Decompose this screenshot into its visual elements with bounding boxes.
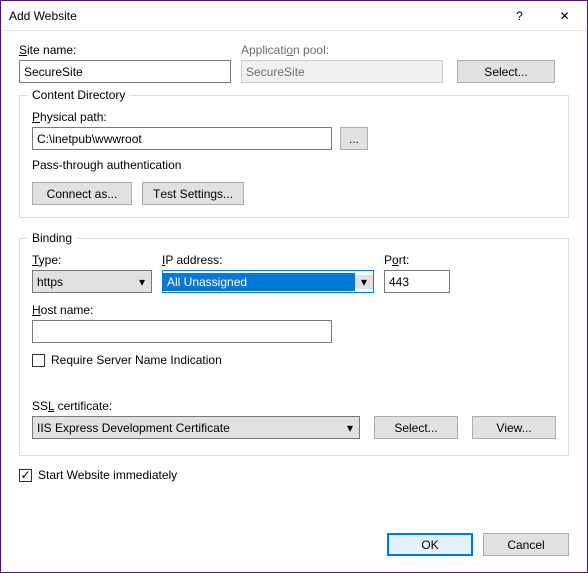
ssl-cert-value: IIS Express Development Certificate	[33, 419, 341, 437]
app-pool-input	[241, 60, 443, 83]
browse-path-button[interactable]: ...	[340, 127, 368, 150]
start-immediately-checkbox[interactable]: ✓ Start Website immediately	[19, 468, 569, 482]
physical-path-input[interactable]	[32, 127, 332, 150]
site-name-label: Site name:	[19, 43, 237, 57]
site-name-input[interactable]	[19, 60, 231, 83]
checkbox-icon	[32, 354, 45, 367]
dialog-footer: OK Cancel	[1, 521, 587, 572]
type-label: Type:	[32, 253, 152, 267]
host-name-input[interactable]	[32, 320, 332, 343]
require-sni-checkbox[interactable]: Require Server Name Indication	[32, 353, 556, 367]
host-name-label: Host name:	[32, 303, 556, 317]
select-app-pool-button[interactable]: Select...	[457, 60, 555, 83]
binding-group: Binding Type: https ▾ IP address: All Un…	[19, 238, 569, 456]
start-immediately-label: Start Website immediately	[38, 468, 177, 482]
ellipsis-icon: ...	[349, 132, 359, 146]
ssl-select-button[interactable]: Select...	[374, 416, 458, 439]
close-button[interactable]: ✕	[542, 1, 587, 30]
require-sni-label: Require Server Name Indication	[51, 353, 222, 367]
ip-address-label: IP address:	[162, 253, 374, 267]
chevron-down-icon: ▾	[341, 421, 359, 435]
help-button[interactable]: ?	[497, 1, 542, 30]
type-combo[interactable]: https ▾	[32, 270, 152, 293]
add-website-dialog: Add Website ? ✕ Site name: Application p…	[0, 0, 588, 573]
ssl-view-button[interactable]: View...	[472, 416, 556, 439]
chevron-down-icon: ▾	[133, 275, 151, 289]
port-input[interactable]	[384, 270, 450, 293]
port-label: Port:	[384, 253, 454, 267]
connect-as-button[interactable]: Connect as...	[32, 182, 132, 205]
binding-legend: Binding	[28, 231, 76, 245]
ok-button[interactable]: OK	[387, 533, 473, 556]
cancel-button[interactable]: Cancel	[483, 533, 569, 556]
help-icon: ?	[516, 9, 523, 23]
close-icon: ✕	[559, 9, 569, 23]
ssl-cert-combo[interactable]: IIS Express Development Certificate ▾	[32, 416, 360, 439]
physical-path-label: Physical path:	[32, 110, 556, 124]
ssl-cert-label: SSL certificate:	[32, 399, 556, 413]
checkbox-icon: ✓	[19, 469, 32, 482]
content-directory-legend: Content Directory	[28, 88, 129, 102]
type-value: https	[33, 273, 133, 291]
content-directory-group: Content Directory Physical path: ... Pas…	[19, 95, 569, 218]
window-title: Add Website	[9, 9, 497, 23]
app-pool-label: Application pool:	[241, 43, 453, 57]
ip-address-value: All Unassigned	[163, 273, 355, 291]
chevron-down-icon: ▾	[355, 275, 373, 289]
ip-address-combo[interactable]: All Unassigned ▾	[162, 270, 374, 293]
passthrough-label: Pass-through authentication	[32, 158, 556, 172]
content-area: Site name: Application pool: Select... C…	[1, 31, 587, 521]
test-settings-button[interactable]: Test Settings...	[142, 182, 244, 205]
titlebar: Add Website ? ✕	[1, 1, 587, 31]
